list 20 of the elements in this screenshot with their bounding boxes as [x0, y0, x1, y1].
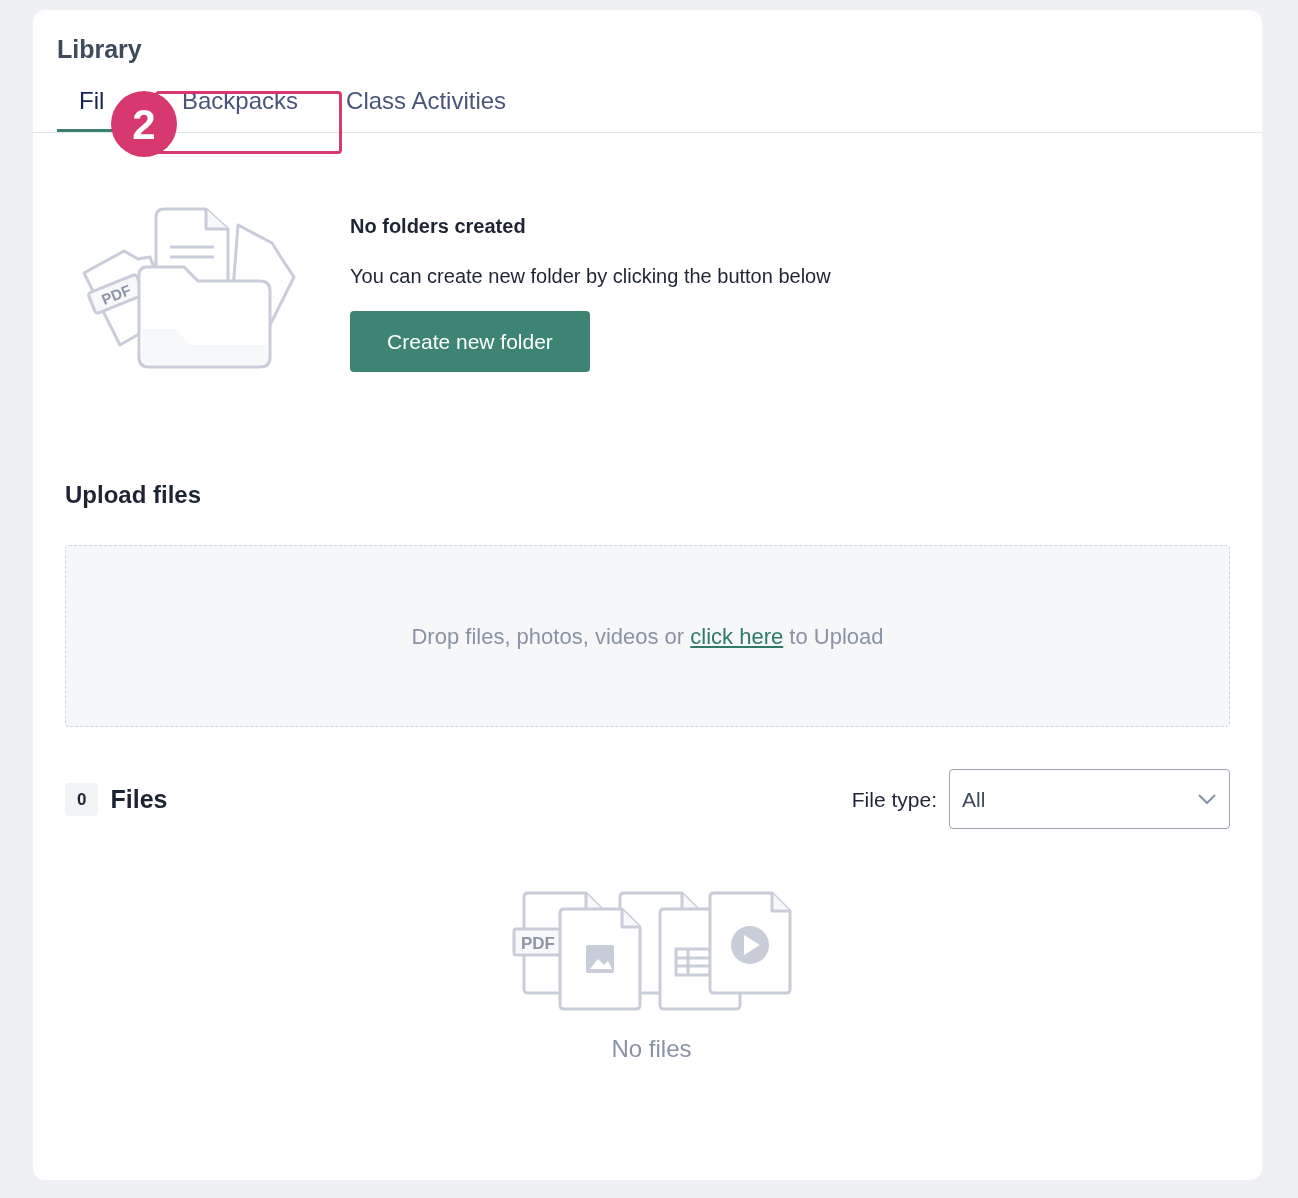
- tab[interactable]: Backpacks: [182, 85, 299, 118]
- empty-folders-heading: No folders created: [350, 214, 527, 240]
- tab[interactable]: Class Activities: [346, 85, 507, 118]
- pdf-label: PDF: [520, 934, 555, 954]
- pdf-label: PDF: [99, 281, 134, 309]
- create-folder-button[interactable]: Create new folder: [350, 311, 590, 373]
- annotation-badge: 2: [111, 91, 177, 157]
- no-files-text: No files: [611, 1034, 692, 1065]
- upload-instructions: Drop files, photos, videos or click here to Upload: [411, 622, 884, 651]
- empty-folders-message: You can create new folder by clicking the button below: [350, 264, 831, 290]
- upload-heading: Upload files: [65, 480, 203, 511]
- page-title: Library: [56, 34, 143, 65]
- chevron-down-icon: [1197, 793, 1217, 806]
- upload-link[interactable]: click here: [690, 623, 784, 649]
- upload-dropzone[interactable]: Drop files, photos, videos or click here to Upload: [65, 545, 1230, 728]
- file-count: 0: [65, 782, 99, 816]
- files-heading: Files: [110, 783, 168, 815]
- tab[interactable]: Fil: [79, 85, 105, 118]
- file-type-label: File type:: [851, 786, 937, 813]
- file-type-dropdown[interactable]: All: [949, 769, 1230, 830]
